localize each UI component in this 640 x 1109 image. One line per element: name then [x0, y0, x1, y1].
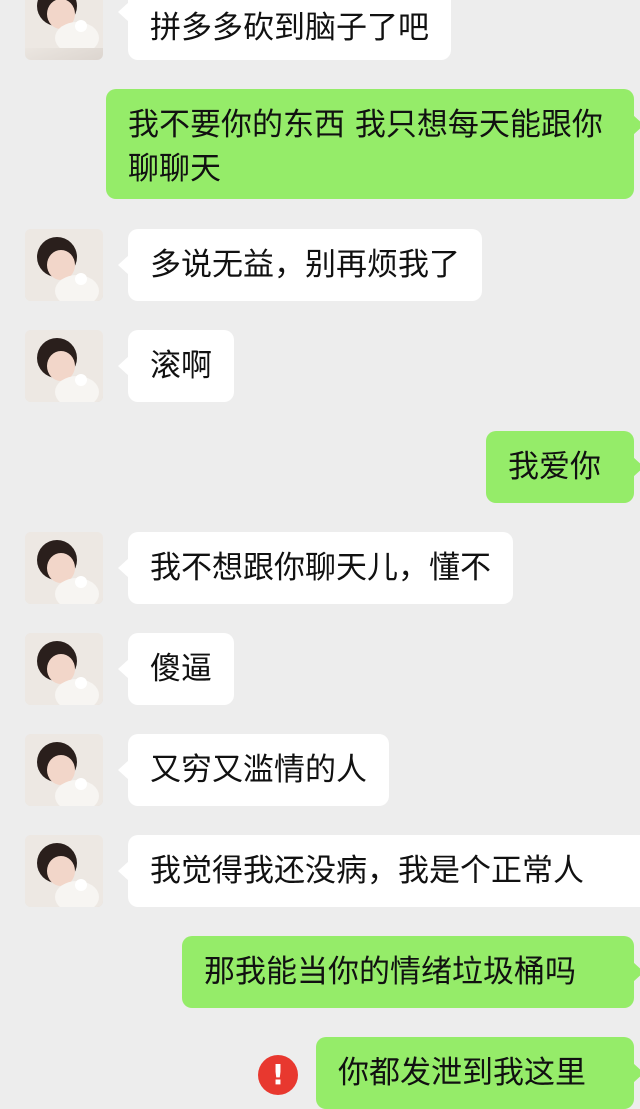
avatar-image — [25, 0, 103, 48]
avatar-image — [25, 835, 103, 907]
outgoing-message[interactable]: 我爱你 — [486, 431, 640, 503]
message-row: 我爱你 — [0, 431, 640, 503]
avatar[interactable] — [25, 330, 103, 402]
message-row: 又穷又滥情的人 — [0, 734, 640, 806]
avatar-image — [25, 633, 103, 705]
message-row: 傻逼 — [0, 633, 640, 705]
avatar[interactable] — [25, 633, 103, 705]
message-row: 我觉得我还没病，我是个正常人 — [0, 835, 640, 907]
avatar-image — [25, 330, 103, 402]
message-row: 滚啊 — [0, 330, 640, 402]
incoming-message[interactable]: 又穷又滥情的人 — [118, 734, 389, 806]
avatar[interactable] — [25, 835, 103, 907]
incoming-message[interactable]: 我不想跟你聊天儿，懂不 — [118, 532, 513, 604]
outgoing-message[interactable]: 你都发泄到我这里 — [316, 1037, 640, 1109]
send-failed-icon[interactable]: ! — [258, 1055, 298, 1095]
incoming-message[interactable]: 拼多多砍到脑子了吧 — [118, 0, 451, 60]
avatar-image — [25, 734, 103, 806]
message-row: 拼多多砍到脑子了吧 — [0, 0, 640, 60]
avatar-image — [25, 229, 103, 301]
message-row: 我不要你的东西 我只想每天能跟你聊聊天 — [0, 89, 640, 199]
avatar[interactable] — [25, 734, 103, 806]
message-row: 多说无益，别再烦我了 — [0, 229, 640, 301]
avatar[interactable] — [25, 229, 103, 301]
message-row: 那我能当你的情绪垃圾桶吗 — [0, 936, 640, 1008]
message-row: 我不想跟你聊天儿，懂不 — [0, 532, 640, 604]
avatar-image — [25, 532, 103, 604]
outgoing-message[interactable]: 我不要你的东西 我只想每天能跟你聊聊天 — [106, 89, 640, 199]
outgoing-message[interactable]: 那我能当你的情绪垃圾桶吗 — [182, 936, 640, 1008]
message-row: ! 你都发泄到我这里 — [0, 1037, 640, 1109]
incoming-message[interactable]: 多说无益，别再烦我了 — [118, 229, 482, 301]
incoming-message[interactable]: 滚啊 — [118, 330, 234, 402]
avatar[interactable] — [25, 0, 103, 60]
incoming-message[interactable]: 我觉得我还没病，我是个正常人 — [118, 835, 640, 907]
incoming-message[interactable]: 傻逼 — [118, 633, 234, 705]
avatar[interactable] — [25, 532, 103, 604]
